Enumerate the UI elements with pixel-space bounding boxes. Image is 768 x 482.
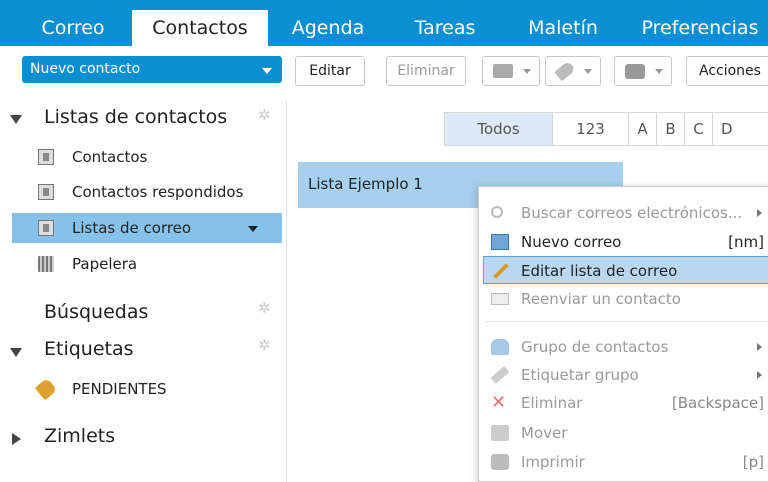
move-dropdown-button[interactable] [482, 56, 540, 86]
sidebar-item-trash[interactable]: Papelera [12, 249, 282, 279]
address-card-icon [38, 149, 54, 165]
submenu-arrow-icon [757, 371, 762, 379]
menu-contact-group[interactable]: Grupo de contactos [479, 333, 768, 361]
menu-label: Mover [521, 424, 568, 442]
submenu-arrow-icon [757, 209, 762, 217]
tab-calendar[interactable]: Agenda [278, 10, 378, 46]
tab-preferences[interactable]: Preferencias [632, 10, 768, 46]
sidebar-item-label: Contactos respondidos [72, 183, 244, 201]
sidebar-item-mailing-lists[interactable]: Listas de correo [12, 213, 282, 243]
trash-icon [38, 256, 54, 272]
menu-search-emails[interactable]: Buscar correos electrónicos... [479, 199, 768, 227]
magnifier-icon [491, 206, 503, 218]
tab-briefcase[interactable]: Maletín [508, 10, 618, 46]
searches-header[interactable]: Búsquedas [44, 301, 148, 323]
menu-new-mail[interactable]: Nuevo correo [nm] [479, 228, 768, 256]
printer-icon [491, 454, 509, 470]
gear-icon[interactable]: ✲ [258, 299, 271, 317]
print-dropdown-button[interactable] [614, 56, 672, 86]
actions-button[interactable]: Acciones [686, 56, 768, 86]
filter-d[interactable]: D [712, 112, 768, 146]
tag-dropdown-button[interactable] [545, 56, 601, 86]
address-card-icon [38, 220, 54, 236]
sidebar-item-label: PENDIENTES [72, 380, 167, 398]
collapse-arrow-icon[interactable] [10, 115, 22, 124]
filter-c[interactable]: C [684, 112, 712, 146]
menu-print[interactable]: Imprimir [p] [479, 448, 768, 476]
group-icon [491, 339, 509, 355]
chevron-down-icon [655, 69, 663, 74]
tab-tasks[interactable]: Tareas [400, 10, 490, 46]
tab-contacts[interactable]: Contactos [132, 10, 268, 46]
tag-icon [34, 377, 58, 401]
menu-separator [485, 321, 768, 322]
close-icon: ✕ [491, 392, 507, 413]
sidebar-item-label: Contactos [72, 148, 148, 166]
filter-all[interactable]: Todos [444, 112, 552, 146]
new-contact-label: Nuevo contacto [30, 61, 141, 77]
chevron-down-icon[interactable] [248, 226, 258, 232]
sidebar-item-label: Listas de correo [72, 219, 192, 237]
submenu-arrow-icon [757, 343, 762, 351]
sidebar-item-emailed-contacts[interactable]: Contactos respondidos [12, 177, 282, 207]
card-forward-icon [491, 293, 509, 305]
sidebar-item-label: Papelera [72, 255, 138, 273]
zimlets-header[interactable]: Zimlets [44, 425, 115, 447]
contact-lists-header[interactable]: Listas de contactos [44, 106, 227, 128]
collapse-arrow-icon[interactable] [10, 348, 22, 357]
tag-icon [490, 366, 510, 384]
delete-button[interactable]: Eliminar [386, 56, 466, 86]
toolbar: Nuevo contacto Editar Eliminar Acciones [0, 46, 768, 100]
menu-edit-list[interactable]: Editar lista de correo [483, 256, 768, 284]
menu-delete[interactable]: ✕ Eliminar [Backspace] [479, 389, 768, 417]
sidebar-item-contacts[interactable]: Contactos [12, 142, 282, 172]
app-header: Correo Contactos Agenda Tareas Maletín P… [0, 0, 768, 46]
context-menu: Buscar correos electrónicos... Nuevo cor… [478, 186, 768, 482]
chevron-down-icon [584, 69, 592, 74]
menu-label: Buscar correos electrónicos... [521, 204, 743, 222]
menu-label: Imprimir [521, 453, 585, 471]
pencil-icon [493, 263, 509, 279]
menu-shortcut: [Backspace] [671, 394, 764, 412]
menu-shortcut: [nm] [728, 233, 764, 251]
menu-label: Eliminar [521, 394, 583, 412]
menu-move[interactable]: Mover [479, 419, 768, 447]
menu-label: Reenviar un contacto [521, 290, 681, 308]
gear-icon[interactable]: ✲ [258, 106, 271, 124]
move-icon [491, 425, 509, 441]
menu-label: Nuevo correo [521, 233, 622, 251]
menu-label: Editar lista de correo [521, 262, 678, 280]
envelope-icon [491, 234, 509, 250]
menu-forward-contact[interactable]: Reenviar un contacto [479, 285, 768, 313]
menu-shortcut: [p] [742, 453, 764, 471]
edit-button[interactable]: Editar [295, 56, 365, 86]
new-contact-button[interactable]: Nuevo contacto [22, 56, 282, 83]
menu-label: Grupo de contactos [521, 338, 669, 356]
menu-tag-group[interactable]: Etiquetar grupo [479, 361, 768, 389]
filter-b[interactable]: B [656, 112, 684, 146]
tab-mail[interactable]: Correo [22, 10, 124, 46]
move-icon [493, 64, 513, 78]
filter-a[interactable]: A [628, 112, 656, 146]
tag-icon [554, 60, 576, 82]
menu-label: Etiquetar grupo [521, 366, 639, 384]
expand-arrow-icon[interactable] [12, 433, 21, 445]
chevron-down-icon[interactable] [262, 68, 272, 74]
sidebar-item-tag[interactable]: PENDIENTES [12, 374, 282, 404]
gear-icon[interactable]: ✲ [258, 336, 271, 354]
printer-icon [625, 64, 645, 79]
chevron-down-icon [523, 69, 531, 74]
address-card-icon [38, 184, 54, 200]
filter-123[interactable]: 123 [552, 112, 628, 146]
tags-header[interactable]: Etiquetas [44, 338, 134, 360]
sidebar: Listas de contactos ✲ Contactos Contacto… [0, 100, 287, 482]
